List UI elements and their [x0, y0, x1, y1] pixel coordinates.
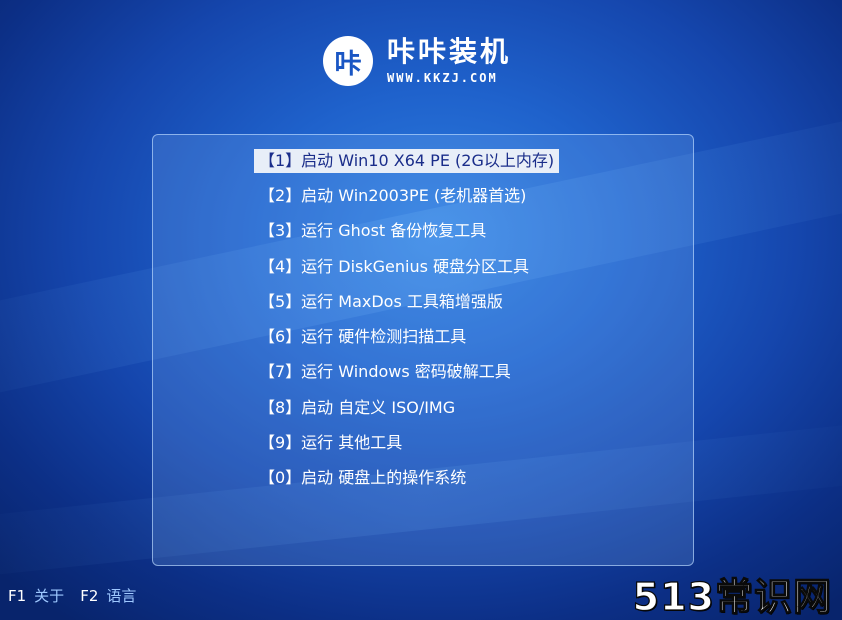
boot-menu-item-label: 【9】运行 其他工具	[259, 433, 403, 453]
brand-logo-icon: 咔	[323, 36, 373, 86]
boot-menu-item-label: 【4】运行 DiskGenius 硬盘分区工具	[259, 256, 530, 276]
site-watermark: 513常识网	[632, 574, 832, 619]
boot-menu-item-5[interactable]: 【5】运行 MaxDos 工具箱增强版	[254, 284, 559, 319]
function-key-bar: F1 关于 F2 语言	[8, 585, 152, 606]
boot-menu-item-6[interactable]: 【6】运行 硬件检测扫描工具	[254, 319, 559, 354]
boot-menu-item-label: 【1】启动 Win10 X64 PE (2G以上内存)	[254, 148, 560, 173]
boot-menu-list: 【1】启动 Win10 X64 PE (2G以上内存) 【2】启动 Win200…	[254, 143, 560, 496]
boot-menu-item-label: 【6】运行 硬件检测扫描工具	[259, 327, 467, 347]
boot-menu-item-label: 【8】启动 自定义 ISO/IMG	[259, 397, 456, 417]
boot-menu-item-label: 【0】启动 硬盘上的操作系统	[259, 468, 467, 488]
f2-key-label: F2	[80, 586, 99, 605]
brand-title: 咔咔装机	[387, 35, 512, 68]
boot-menu-item-1[interactable]: 【1】启动 Win10 X64 PE (2G以上内存)	[254, 143, 560, 178]
boot-menu-item-2[interactable]: 【2】启动 Win2003PE (老机器首选)	[254, 178, 559, 213]
boot-menu-item-4[interactable]: 【4】运行 DiskGenius 硬盘分区工具	[254, 249, 559, 284]
boot-menu-item-label: 【5】运行 MaxDos 工具箱增强版	[259, 291, 503, 311]
boot-menu-panel: 【1】启动 Win10 X64 PE (2G以上内存) 【2】启动 Win200…	[152, 134, 694, 566]
brand-logo-text: 咔咔装机 WWW.KKZJ.COM	[387, 36, 511, 86]
f2-key-description: 语言	[106, 587, 137, 605]
boot-menu-item-label: 【3】运行 Ghost 备份恢复工具	[259, 221, 487, 241]
brand-logo: 咔 咔咔装机 WWW.KKZJ.COM	[323, 36, 511, 86]
brand-url: WWW.KKZJ.COM	[387, 71, 498, 85]
boot-menu-item-label: 【2】启动 Win2003PE (老机器首选)	[259, 185, 527, 205]
boot-menu-item-3[interactable]: 【3】运行 Ghost 备份恢复工具	[254, 214, 559, 249]
boot-menu-item-0[interactable]: 【0】启动 硬盘上的操作系统	[254, 461, 559, 496]
f1-key-description: 关于	[34, 587, 65, 605]
boot-menu-item-9[interactable]: 【9】运行 其他工具	[254, 425, 559, 460]
f1-about-key[interactable]: F1 关于	[8, 585, 64, 606]
boot-menu-item-8[interactable]: 【8】启动 自定义 ISO/IMG	[254, 390, 559, 425]
boot-menu-item-label: 【7】运行 Windows 密码破解工具	[259, 362, 511, 382]
f1-key-label: F1	[8, 586, 27, 605]
boot-menu-item-7[interactable]: 【7】运行 Windows 密码破解工具	[254, 355, 559, 390]
f2-language-key[interactable]: F2 语言	[80, 585, 136, 606]
